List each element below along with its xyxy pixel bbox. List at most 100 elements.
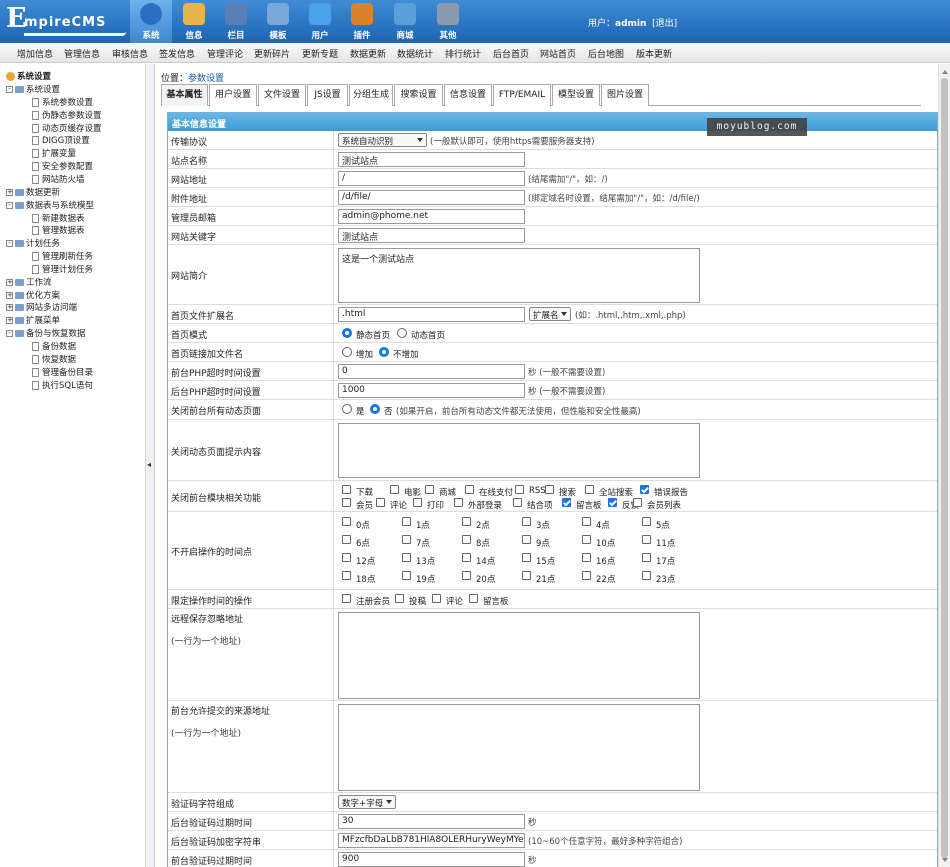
tab-3[interactable]: JS设置 <box>307 84 348 106</box>
dynamic-index-radio[interactable] <box>397 328 407 338</box>
sidebar-item[interactable]: 备份数据 <box>32 340 76 352</box>
top-menu-folder[interactable]: 栏目 <box>215 0 257 43</box>
hour-checkbox[interactable] <box>462 553 471 562</box>
scroll-down-icon[interactable] <box>942 858 948 865</box>
module-checkbox[interactable] <box>342 498 351 507</box>
sidebar-item[interactable]: + 工作流 <box>6 276 52 288</box>
allowed-referer-textarea[interactable] <box>338 704 700 791</box>
protocol-select[interactable]: 系统自动识别 <box>338 133 427 147</box>
subnav-item[interactable]: 管理评论 <box>207 47 243 60</box>
sidebar-item[interactable]: 安全参数配置 <box>32 160 93 172</box>
sidebar-item[interactable]: + 网站多访问端 <box>6 301 77 313</box>
subnav-item[interactable]: 后台首页 <box>493 47 529 60</box>
hour-checkbox[interactable] <box>522 517 531 526</box>
tab-2[interactable]: 文件设置 <box>258 84 306 106</box>
module-checkbox[interactable] <box>585 485 594 494</box>
ext-select[interactable]: 扩展名 <box>529 307 571 321</box>
attach-url-input[interactable]: /d/file/ <box>338 190 525 205</box>
hour-checkbox[interactable] <box>342 517 351 526</box>
scroll-thumb[interactable] <box>941 78 948 858</box>
hour-checkbox[interactable] <box>522 571 531 580</box>
tab-8[interactable]: 模型设置 <box>552 84 600 106</box>
hour-checkbox[interactable] <box>462 517 471 526</box>
module-checkbox[interactable] <box>454 498 463 507</box>
index-ext-input[interactable]: .html <box>338 307 525 322</box>
top-menu-notepad[interactable]: 信息 <box>173 0 215 43</box>
expand-icon[interactable]: + <box>6 304 13 312</box>
tab-7[interactable]: FTP/EMAIL <box>493 84 551 106</box>
hour-checkbox[interactable] <box>642 535 651 544</box>
module-checkbox[interactable] <box>608 498 617 507</box>
top-menu-gear[interactable]: 其他 <box>427 0 469 43</box>
top-menu-globe[interactable]: 系统 <box>130 0 172 43</box>
no-filename-radio[interactable] <box>379 347 389 357</box>
collapse-icon[interactable]: - <box>6 240 13 248</box>
back-captcha-expire-input[interactable]: 30 <box>338 814 525 829</box>
intro-textarea[interactable]: 这是一个测试站点 <box>338 248 700 303</box>
breadcrumb-current[interactable]: 参数设置 <box>188 74 224 84</box>
hour-checkbox[interactable] <box>582 535 591 544</box>
subnav-item[interactable]: 版本更新 <box>636 47 672 60</box>
subnav-item[interactable]: 审核信息 <box>112 47 148 60</box>
subnav-item[interactable]: 管理信息 <box>64 47 100 60</box>
hour-checkbox[interactable] <box>342 553 351 562</box>
vertical-scrollbar[interactable] <box>938 64 950 867</box>
top-menu-template[interactable]: 模板 <box>257 0 299 43</box>
sidebar-item[interactable]: 网站防火墙 <box>32 173 85 185</box>
subnav-item[interactable]: 数据统计 <box>397 47 433 60</box>
sidebar-item[interactable]: + 数据更新 <box>6 186 60 198</box>
expand-icon[interactable]: + <box>6 291 13 299</box>
module-checkbox[interactable] <box>513 498 522 507</box>
expand-icon[interactable]: + <box>6 278 13 286</box>
front-captcha-expire-input[interactable]: 900 <box>338 852 525 867</box>
sidebar-item[interactable]: - 计划任务 <box>6 237 60 249</box>
hour-checkbox[interactable] <box>522 535 531 544</box>
module-checkbox[interactable] <box>425 485 434 494</box>
sidebar-item[interactable]: - 数据表与系统模型 <box>6 199 94 211</box>
sidebar-item[interactable]: 管理刷新任务 <box>32 250 93 262</box>
tab-5[interactable]: 搜索设置 <box>394 84 443 106</box>
sidebar-item[interactable]: 管理数据表 <box>32 224 85 236</box>
sidebar-item[interactable]: 管理备份目录 <box>32 366 93 378</box>
sidebar-item[interactable]: 伪静态参数设置 <box>32 109 102 121</box>
hour-checkbox[interactable] <box>342 571 351 580</box>
hour-checkbox[interactable] <box>402 535 411 544</box>
sidebar-splitter[interactable]: ◂ <box>146 64 155 867</box>
collapse-icon[interactable]: - <box>6 86 13 93</box>
close-dynamic-no-radio[interactable] <box>370 404 380 414</box>
tab-1[interactable]: 用户设置 <box>209 84 257 106</box>
hour-checkbox[interactable] <box>462 535 471 544</box>
back-captcha-key-input[interactable]: MFzcfbDaLbB781HlA8OLERHuryWeyMYe9LgO <box>338 833 525 848</box>
sidebar-item[interactable]: - 系统设置 <box>6 83 60 95</box>
hour-checkbox[interactable] <box>642 553 651 562</box>
static-index-radio[interactable] <box>342 328 352 338</box>
site-url-input[interactable]: / <box>338 171 525 186</box>
close-dynamic-yes-radio[interactable] <box>342 404 352 414</box>
tab-9[interactable]: 图片设置 <box>601 84 649 106</box>
back-timeout-input[interactable]: 1000 <box>338 383 525 398</box>
subnav-item[interactable]: 数据更新 <box>350 47 386 60</box>
limited-op-checkbox[interactable] <box>342 594 351 603</box>
add-filename-radio[interactable] <box>342 347 352 357</box>
module-checkbox[interactable] <box>545 485 554 494</box>
subnav-item[interactable]: 更新专题 <box>302 47 338 60</box>
collapse-icon[interactable]: - <box>6 330 13 338</box>
tab-6[interactable]: 信息设置 <box>444 84 492 106</box>
module-checkbox[interactable] <box>413 498 422 507</box>
remote-ignore-textarea[interactable] <box>338 612 700 699</box>
top-menu-shop[interactable]: 商城 <box>384 0 426 43</box>
limited-op-checkbox[interactable] <box>469 594 478 603</box>
hour-checkbox[interactable] <box>402 553 411 562</box>
top-menu-tools[interactable]: 插件 <box>341 0 383 43</box>
hour-checkbox[interactable] <box>462 571 471 580</box>
top-menu-user[interactable]: 用户 <box>299 0 341 43</box>
hour-checkbox[interactable] <box>642 571 651 580</box>
close-tip-textarea[interactable] <box>338 423 700 478</box>
logout-link[interactable]: [退出] <box>652 19 677 29</box>
subnav-item[interactable]: 排行统计 <box>445 47 481 60</box>
front-timeout-input[interactable]: 0 <box>338 364 525 379</box>
hour-checkbox[interactable] <box>342 535 351 544</box>
limited-op-checkbox[interactable] <box>395 594 404 603</box>
sidebar-item[interactable]: DIGG顶设置 <box>32 134 90 146</box>
subnav-item[interactable]: 更新碎片 <box>254 47 290 60</box>
